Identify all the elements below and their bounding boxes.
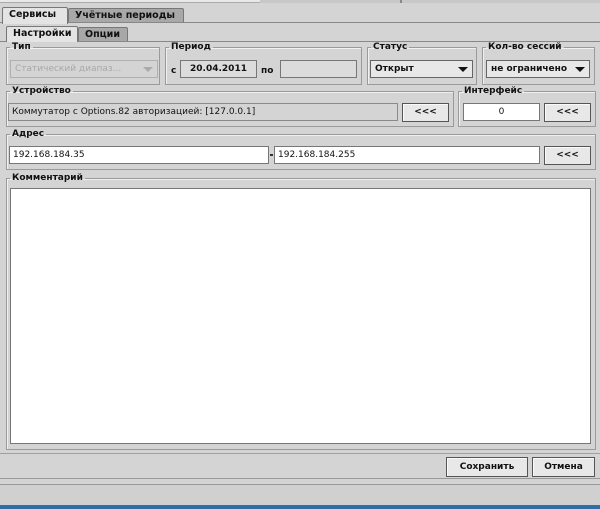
type-combo-value: Статический диапаз... (15, 64, 122, 74)
tab-options[interactable]: Опции (78, 27, 128, 41)
interface-field[interactable]: 0 (463, 103, 540, 121)
address-to-input[interactable]: 192.168.184.255 (274, 146, 540, 164)
status-combo[interactable]: Открыт (370, 60, 473, 78)
status-bar (0, 484, 600, 509)
period-to-label: по (261, 66, 274, 76)
address-from-input[interactable]: 192.168.184.35 (9, 146, 269, 164)
interface-pick-button[interactable]: <<< (544, 103, 591, 122)
status-combo-value: Открыт (375, 64, 414, 74)
cancel-button[interactable]: Отмена (532, 457, 595, 477)
address-pick-button[interactable]: <<< (544, 146, 591, 165)
period-legend: Период (171, 42, 211, 52)
top-strip (0, 0, 600, 3)
tab-services[interactable]: Сервисы (2, 7, 68, 24)
range-separator (270, 154, 273, 156)
period-from-label: с (171, 66, 177, 76)
period-from-field[interactable]: 20.04.2011 (180, 60, 257, 78)
status-legend: Статус (373, 42, 408, 52)
device-pick-button[interactable]: <<< (402, 103, 449, 122)
comment-textarea[interactable] (10, 188, 591, 444)
chevron-down-icon (458, 67, 468, 72)
tab-accounting-periods[interactable]: Учётные периоды (68, 8, 184, 23)
comment-legend: Комментарий (12, 173, 83, 183)
device-field[interactable]: Коммутатор с Options.82 авторизацией: [1… (8, 103, 398, 121)
period-to-field[interactable] (280, 60, 357, 78)
interface-legend: Интерфейс (464, 86, 523, 96)
chevron-down-icon (575, 67, 585, 72)
chevron-down-icon (143, 67, 153, 72)
save-button[interactable]: Сохранить (446, 457, 528, 477)
sessions-legend: Кол-во сессий (488, 42, 562, 52)
sessions-combo[interactable]: не ограничено (486, 60, 590, 78)
tab-settings[interactable]: Настройки (6, 26, 78, 42)
type-legend: Тип (12, 42, 31, 52)
address-legend: Адрес (12, 129, 45, 139)
type-combo[interactable]: Статический диапаз... (10, 60, 158, 78)
device-legend: Устройство (12, 86, 71, 96)
sessions-combo-value: не ограничено (491, 64, 568, 74)
